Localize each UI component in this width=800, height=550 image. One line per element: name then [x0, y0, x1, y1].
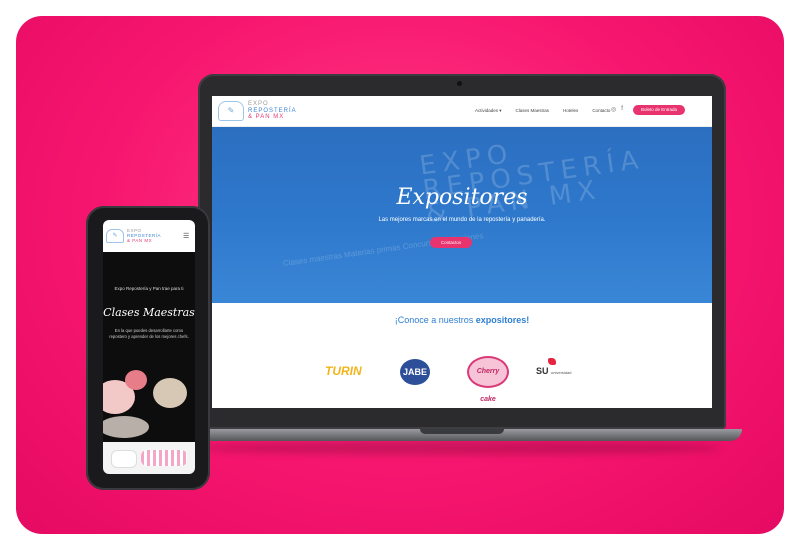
- mobile-description: En la que puedes desarrollarte como repo…: [109, 328, 189, 339]
- hero-background-logo: EXPO REPOSTERÍA & PAN MX: [417, 138, 646, 230]
- su-flag-icon: [548, 358, 556, 365]
- brand-logo-su[interactable]: SU universidad: [536, 366, 572, 376]
- site-logo[interactable]: ✎ EXPO REPOSTERÍA & PAN MX: [218, 101, 297, 121]
- hamburger-icon[interactable]: ☰: [183, 232, 189, 240]
- mobile-header: ✎ EXPO REPOSTERÍA & PAN MX ☰: [103, 220, 195, 252]
- menu-item-actividades[interactable]: Actividades ▾: [475, 108, 502, 114]
- menu-item-clases-maestras[interactable]: Clases Maestras: [516, 108, 550, 114]
- chef-hat-logo-icon: ✎: [218, 101, 244, 121]
- laptop-screen: ✎ EXPO REPOSTERÍA & PAN MX Actividades ▾…: [212, 96, 712, 408]
- laptop-notch: [420, 429, 504, 434]
- facebook-icon[interactable]: f: [621, 106, 623, 113]
- mobile-title: Clases Maestras: [103, 306, 195, 319]
- main-menu: Actividades ▾ Clases Maestras Hoteles Co…: [475, 108, 610, 114]
- pink-background-card: ✎ EXPO REPOSTERÍA & PAN MX Actividades ▾…: [16, 16, 784, 534]
- ticket-button[interactable]: Boleto de Entrada: [633, 105, 685, 115]
- macaron-image: [153, 378, 187, 408]
- social-links: ◎ f: [611, 106, 623, 113]
- exhibitors-heading: ¡Conoce a nuestros expositores!: [394, 315, 530, 325]
- chef-hat-logo-icon: ✎: [106, 228, 124, 243]
- macaron-image: [125, 370, 147, 390]
- mobile-logo[interactable]: ✎ EXPO REPOSTERÍA & PAN MX: [106, 228, 161, 243]
- instagram-icon[interactable]: ◎: [611, 106, 616, 113]
- brand-logos: TURIN JABE Cherry cake SU universidad: [212, 356, 712, 403]
- hero-subtitle: Las mejores marcas en el mundo de la rep…: [378, 217, 546, 223]
- contact-button[interactable]: Contactos: [430, 237, 472, 248]
- macaron-image: [103, 416, 149, 438]
- camera-icon: [457, 81, 462, 86]
- phone-screen: ✎ EXPO REPOSTERÍA & PAN MX ☰ Expo Repost…: [103, 220, 195, 474]
- smartphone: ✎ EXPO REPOSTERÍA & PAN MX ☰ Expo Repost…: [86, 206, 210, 490]
- brand-logo-jabe[interactable]: JABE: [400, 359, 430, 385]
- brand-logo-turin[interactable]: TURIN: [325, 364, 362, 378]
- brand-logo-cherry-cake[interactable]: Cherry cake: [467, 356, 509, 403]
- hero-title: Expositores: [396, 185, 528, 210]
- pastry-image: [141, 450, 187, 466]
- hero-banner: EXPO REPOSTERÍA & PAN MX Clases maestras…: [212, 127, 712, 303]
- pastry-image: [111, 450, 137, 468]
- site-navbar: ✎ EXPO REPOSTERÍA & PAN MX Actividades ▾…: [212, 96, 712, 127]
- laptop-shadow: [202, 441, 722, 455]
- menu-item-hoteles[interactable]: Hoteles: [563, 108, 578, 114]
- laptop-lid: ✎ EXPO REPOSTERÍA & PAN MX Actividades ▾…: [198, 74, 726, 429]
- logo-line3: & PAN MX: [248, 114, 285, 121]
- mobile-intro: Expo Repostería y Pan trae para ti: [114, 286, 184, 291]
- menu-item-contacto[interactable]: Contacto: [592, 108, 610, 114]
